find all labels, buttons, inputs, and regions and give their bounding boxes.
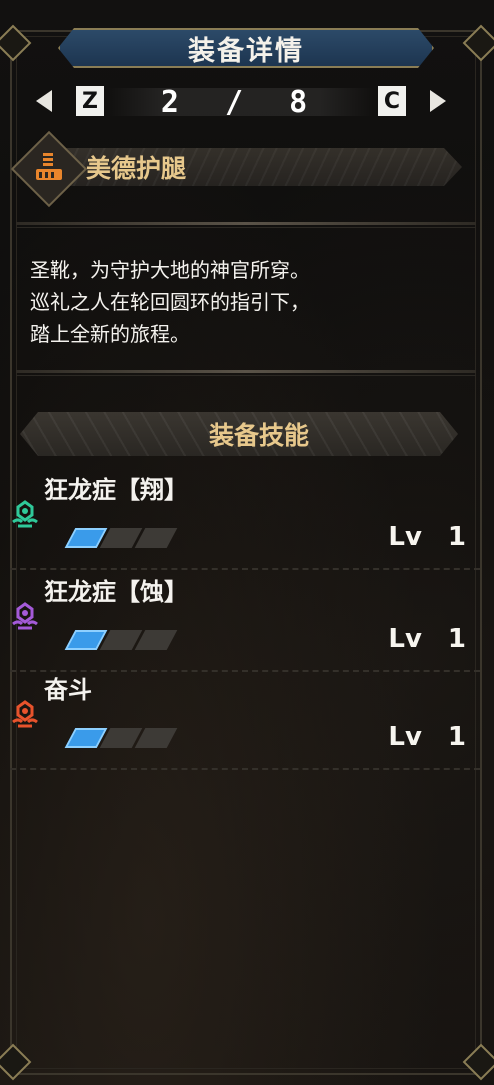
level-pip-empty <box>134 528 178 548</box>
skill-level-pips <box>64 728 178 748</box>
panel-title: 装备详情 <box>188 35 304 67</box>
prev-key-button[interactable]: Z <box>76 86 104 116</box>
next-arrow-icon[interactable] <box>430 90 446 112</box>
page-indicator: 2 / 8 <box>108 85 374 120</box>
leg-armor-icon <box>34 152 64 182</box>
skill-level-value: 1 <box>447 624 466 654</box>
level-pip-empty <box>134 630 178 650</box>
skills-header-label: 装备技能 <box>208 421 309 450</box>
skill-row[interactable]: 奋斗 Lv 1 <box>10 670 480 770</box>
pager: Z 2 / 8 C <box>36 85 446 120</box>
page-position: 2 / 8 <box>160 84 322 120</box>
skill-row[interactable]: 狂龙症【翔】 Lv 1 <box>10 470 480 570</box>
divider <box>16 370 476 376</box>
skill-level-pips <box>64 528 178 548</box>
skill-level: Lv 1 <box>388 722 466 752</box>
description-line: 圣靴，为守护大地的神官所穿。 <box>30 258 310 282</box>
skill-separator <box>10 568 480 570</box>
skill-level-pips <box>64 630 178 650</box>
skill-level: Lv 1 <box>388 624 466 654</box>
skills-header: 装备技能 <box>20 412 458 456</box>
divider <box>16 222 476 228</box>
item-name: 美德护腿 <box>86 154 187 183</box>
level-pip-empty <box>134 728 178 748</box>
skill-level-label: Lv <box>388 722 422 752</box>
skill-name: 奋斗 <box>44 676 92 704</box>
skill-separator <box>10 768 480 770</box>
description-line: 踏上全新的旅程。 <box>30 322 190 346</box>
skill-level-label: Lv <box>388 522 422 552</box>
next-key-button[interactable]: C <box>378 86 406 116</box>
skill-level-value: 1 <box>447 722 466 752</box>
description-line: 巡礼之人在轮回圆环的指引下， <box>30 290 310 314</box>
skill-name: 狂龙症【翔】 <box>44 476 188 504</box>
item-header: 美德护腿 <box>10 130 476 208</box>
item-name-bar: 美德护腿 <box>66 148 462 186</box>
prev-arrow-icon[interactable] <box>36 90 52 112</box>
skill-row[interactable]: 狂龙症【蚀】 Lv 1 <box>10 572 480 672</box>
panel-title-bar: 装备详情 <box>58 28 434 68</box>
skill-jewel-icon <box>12 700 38 728</box>
skill-name: 狂龙症【蚀】 <box>44 578 188 606</box>
skill-jewel-icon <box>12 602 38 630</box>
skill-level-value: 1 <box>447 522 466 552</box>
skill-jewel-icon <box>12 500 38 528</box>
skill-level: Lv 1 <box>388 522 466 552</box>
item-description: 圣靴，为守护大地的神官所穿。 巡礼之人在轮回圆环的指引下， 踏上全新的旅程。 <box>30 254 470 350</box>
skill-level-label: Lv <box>388 624 422 654</box>
